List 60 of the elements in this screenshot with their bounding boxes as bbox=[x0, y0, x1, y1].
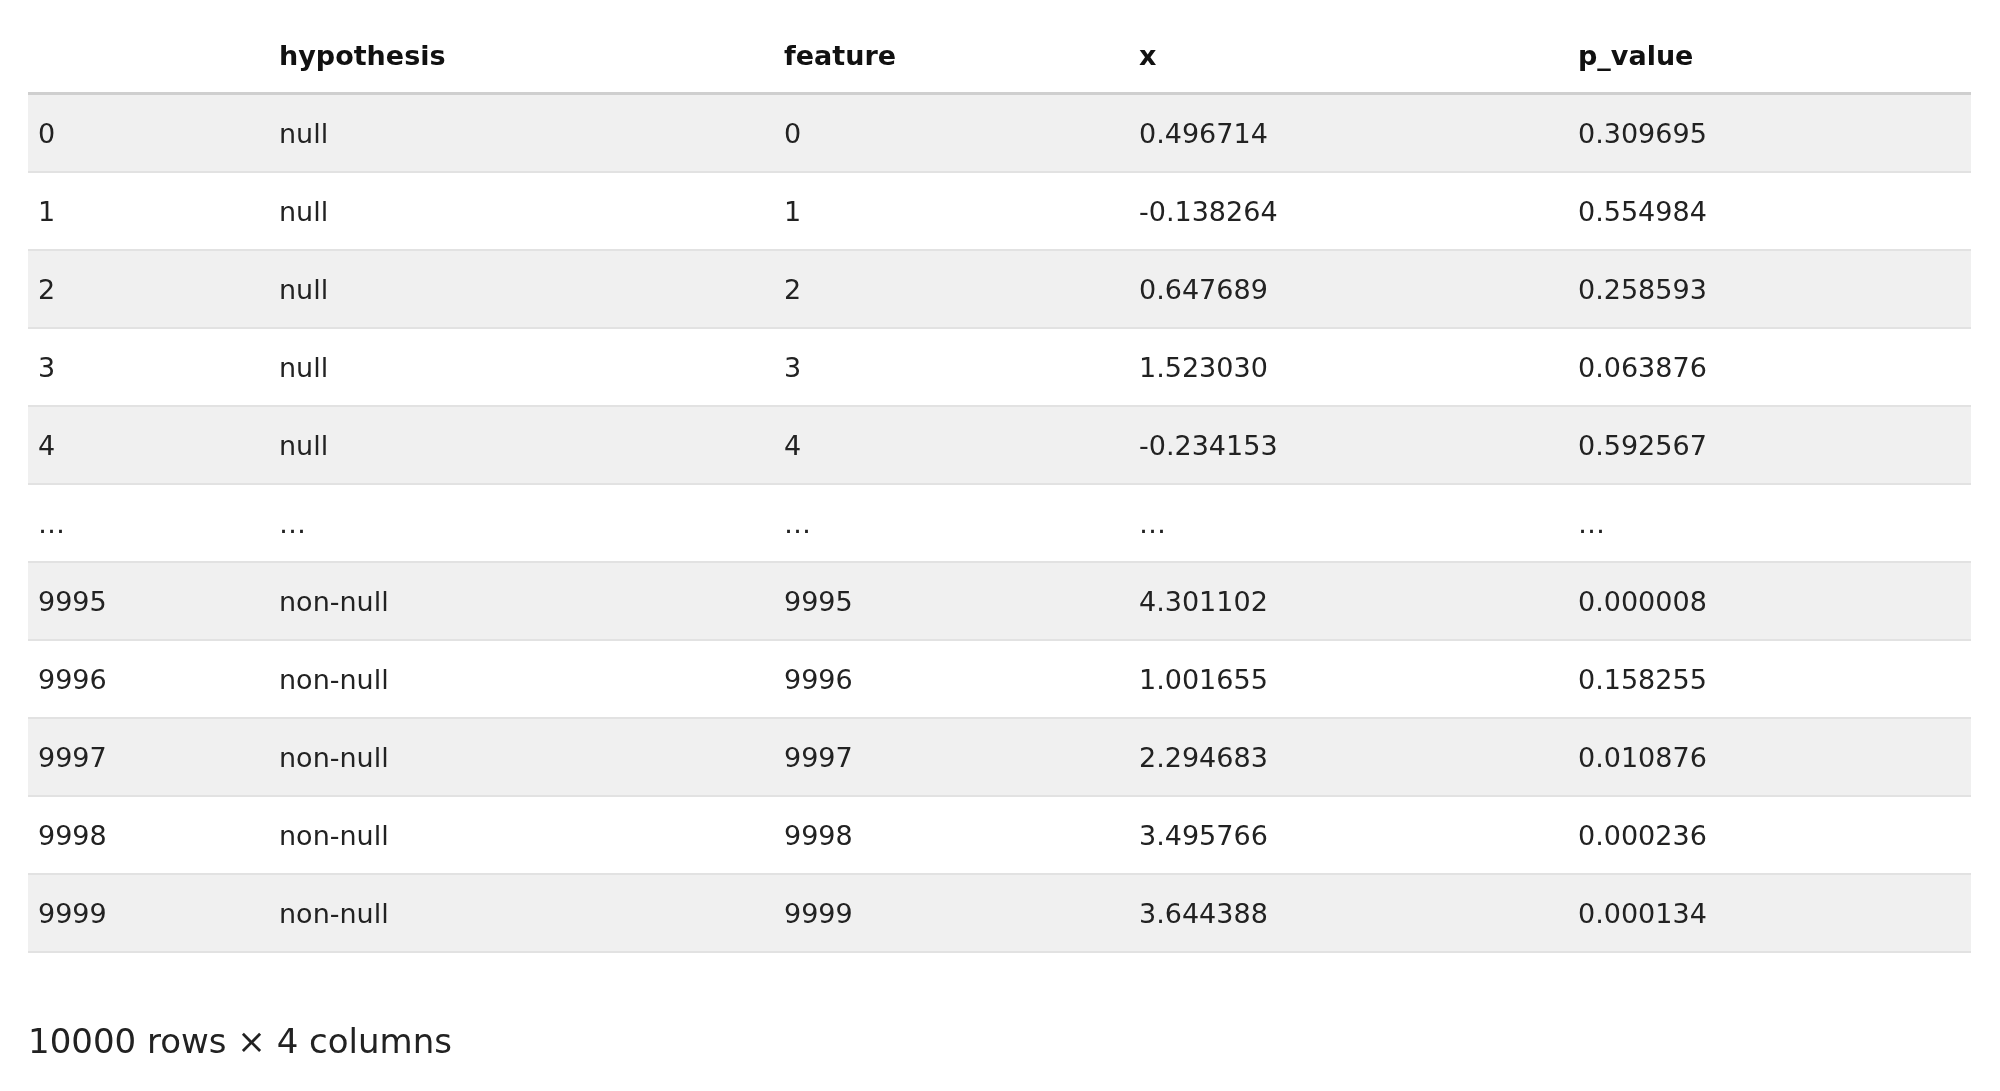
column-header: p_value bbox=[1577, 39, 1695, 71]
row-index: 3 bbox=[37, 351, 57, 383]
table-cell-text: 4 bbox=[783, 429, 803, 461]
row-index: 2 bbox=[37, 273, 57, 305]
table-cell-text: 0.063876 bbox=[1577, 351, 1708, 383]
table-cell-text: -0.234153 bbox=[1138, 429, 1279, 461]
table-cell-text: non-null bbox=[278, 741, 390, 773]
table-cell-text: non-null bbox=[278, 585, 390, 617]
table-cell-text: 9995 bbox=[783, 585, 854, 617]
table-cell-text: 1.523030 bbox=[1138, 351, 1269, 383]
table-cell-text: 1 bbox=[783, 195, 803, 227]
row-index: 0 bbox=[37, 117, 57, 149]
table-cell-text: 0.554984 bbox=[1577, 195, 1708, 227]
table-cell-text: 9998 bbox=[783, 819, 854, 851]
table-cell-text: 0.158255 bbox=[1577, 663, 1708, 695]
table-cell-text: 1.001655 bbox=[1138, 663, 1269, 695]
column-header: x bbox=[1138, 39, 1158, 71]
row-index: 1 bbox=[37, 195, 57, 227]
table-cell-text: 3.644388 bbox=[1138, 897, 1269, 929]
table-cell-text: null bbox=[278, 195, 330, 227]
table-cell-text: 3.495766 bbox=[1138, 819, 1269, 851]
table-cell-text: 0.258593 bbox=[1577, 273, 1708, 305]
table-cell-text: null bbox=[278, 429, 330, 461]
table-cell-text: 2.294683 bbox=[1138, 741, 1269, 773]
table-cell-text: 9996 bbox=[783, 663, 854, 695]
table-cell-text: 0.000236 bbox=[1577, 819, 1708, 851]
row-index: 9999 bbox=[37, 897, 108, 929]
table-cell-text: … bbox=[278, 507, 307, 539]
table-cell-text: 3 bbox=[783, 351, 803, 383]
table-cell-text: 9999 bbox=[783, 897, 854, 929]
row-index: 9995 bbox=[37, 585, 108, 617]
table-summary: 10000 rows × 4 columns bbox=[28, 1021, 453, 1061]
row-index: 9996 bbox=[37, 663, 108, 695]
table-cell-text: … bbox=[1138, 507, 1167, 539]
table-cell-text: 0.592567 bbox=[1577, 429, 1708, 461]
table-cell-text: 2 bbox=[783, 273, 803, 305]
row-index: 9998 bbox=[37, 819, 108, 851]
column-header: feature bbox=[783, 39, 898, 71]
table-cell-text: 9997 bbox=[783, 741, 854, 773]
table-cell-text: null bbox=[278, 351, 330, 383]
table-cell-text: null bbox=[278, 273, 330, 305]
table-cell-text: 0.000134 bbox=[1577, 897, 1708, 929]
table-cell-text: 0.309695 bbox=[1577, 117, 1708, 149]
row-index: 9997 bbox=[37, 741, 108, 773]
table-cell-text: null bbox=[278, 117, 330, 149]
table-cell-text: 0.000008 bbox=[1577, 585, 1708, 617]
table-cell-text: 0.496714 bbox=[1138, 117, 1269, 149]
table-cell-text: 0 bbox=[783, 117, 803, 149]
table-cell-text: -0.138264 bbox=[1138, 195, 1279, 227]
table-cell-text: … bbox=[783, 507, 812, 539]
column-header: hypothesis bbox=[278, 39, 447, 71]
table-cell-text: non-null bbox=[278, 663, 390, 695]
row-index: 4 bbox=[37, 429, 57, 461]
table-cell-text: … bbox=[1577, 507, 1606, 539]
row-index: … bbox=[37, 507, 66, 539]
table-cell-text: 0.647689 bbox=[1138, 273, 1269, 305]
table-cell-text: 0.010876 bbox=[1577, 741, 1708, 773]
table-cell-text: 4.301102 bbox=[1138, 585, 1269, 617]
table-cell-text: non-null bbox=[278, 897, 390, 929]
table-cell-text: non-null bbox=[278, 819, 390, 851]
